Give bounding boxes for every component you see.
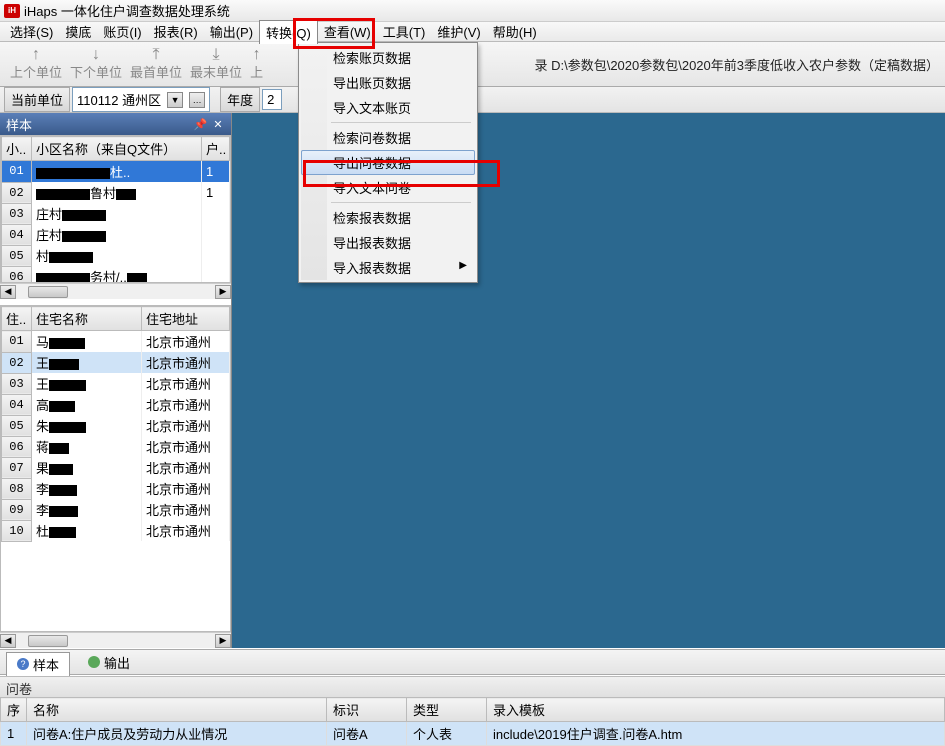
tab-output[interactable]: 输出 xyxy=(78,651,140,674)
table-row[interactable]: 05朱北京市通州 xyxy=(2,415,230,436)
scroll-right-icon[interactable]: ▶ xyxy=(215,634,231,648)
app-logo-icon: iH xyxy=(4,4,20,18)
menu-item-export-baobiao[interactable]: 导出报表数据 xyxy=(301,230,475,255)
column-header[interactable]: 住.. xyxy=(2,307,32,331)
help-icon: ? xyxy=(17,658,29,670)
prev-unit-button[interactable]: ↑上个单位 xyxy=(10,48,62,81)
side-panel: 样本 📌 ✕ 小..小区名称（来自Q文件）户..01杜..102鲁村103庄村0… xyxy=(0,113,232,648)
menu-modi[interactable]: 摸底 xyxy=(59,20,97,43)
col-name[interactable]: 名称 xyxy=(27,698,327,722)
first-unit-button[interactable]: ⤒最首单位 xyxy=(130,48,182,81)
scroll-left-icon[interactable]: ◀ xyxy=(0,285,16,299)
table-row[interactable]: 10杜北京市通州 xyxy=(2,520,230,541)
menu-maintain[interactable]: 维护(V) xyxy=(431,20,486,43)
table-row[interactable]: 07果北京市通州 xyxy=(2,457,230,478)
app-title: iHaps 一体化住户调查数据处理系统 xyxy=(24,1,230,20)
panel-header: 样本 📌 ✕ xyxy=(0,113,231,135)
chevron-down-icon[interactable]: ▼ xyxy=(167,92,183,108)
menu-item-export-wenjuan[interactable]: 导出问卷数据 xyxy=(301,150,475,175)
path-display: 录 D:\参数包\2020参数包\2020年前3季度低收入农户参数（定稿数据） xyxy=(534,55,939,74)
menu-output[interactable]: 输出(P) xyxy=(204,20,259,43)
menu-item-search-wenjuan[interactable]: 检索问卷数据 xyxy=(301,125,475,150)
table-row[interactable]: 02鲁村1 xyxy=(2,182,230,203)
last-unit-button[interactable]: ⤓最末单位 xyxy=(190,48,242,81)
horizontal-scrollbar[interactable]: ◀ ▶ xyxy=(0,283,231,299)
menu-view[interactable]: 查看(W) xyxy=(318,20,377,43)
menu-item-import-baobiao[interactable]: 导入报表数据▶ xyxy=(301,255,475,280)
table-row[interactable]: 08李北京市通州 xyxy=(2,478,230,499)
printer-icon xyxy=(88,656,100,668)
table-row[interactable]: 05村 xyxy=(2,245,230,266)
table-row[interactable]: 03庄村 xyxy=(2,203,230,224)
arrow-up-bar-icon: ⤒ xyxy=(153,48,160,62)
bottom-tab-bar: ?样本 输出 xyxy=(0,649,945,675)
arrow-down-bar-icon: ⤓ xyxy=(213,48,220,62)
scroll-thumb[interactable] xyxy=(28,635,68,647)
menu-select[interactable]: 选择(S) xyxy=(4,20,59,43)
menu-tools[interactable]: 工具(T) xyxy=(377,20,432,43)
convert-dropdown: 检索账页数据 导出账页数据 导入文本账页 检索问卷数据 导出问卷数据 导入文本问… xyxy=(298,42,478,283)
menu-item-import-text-zhangye[interactable]: 导入文本账页 xyxy=(301,95,475,120)
column-header[interactable]: 住宅地址 xyxy=(142,307,230,331)
menu-help[interactable]: 帮助(H) xyxy=(487,20,543,43)
current-unit-combo[interactable]: 110112 通州区 ▼ … xyxy=(72,87,210,112)
wenjuan-grid[interactable]: 序 名称 标识 类型 录入模板 1 问卷A:住户成员及劳动力从业情况 问卷A 个… xyxy=(0,697,945,737)
column-header[interactable]: 小.. xyxy=(2,137,32,161)
scroll-thumb[interactable] xyxy=(28,286,68,298)
table-row[interactable]: 02王北京市通州 xyxy=(2,352,230,373)
table-row[interactable]: 09李北京市通州 xyxy=(2,499,230,520)
year-label: 年度 xyxy=(220,87,260,112)
table-row[interactable]: 01杜..1 xyxy=(2,161,230,183)
arrow-up-icon: ↑ xyxy=(253,48,261,62)
column-header[interactable]: 住宅名称 xyxy=(32,307,142,331)
district-grid[interactable]: 小..小区名称（来自Q文件）户..01杜..102鲁村103庄村04庄村05村0… xyxy=(0,135,231,283)
menu-bar: 选择(S) 摸底 账页(I) 报表(R) 输出(P) 转换(Q) 查看(W) 工… xyxy=(0,22,945,42)
table-row[interactable]: 1 问卷A:住户成员及劳动力从业情况 问卷A 个人表 include\2019住… xyxy=(1,722,945,746)
menu-item-export-zhangye[interactable]: 导出账页数据 xyxy=(301,70,475,95)
col-template[interactable]: 录入模板 xyxy=(487,698,945,722)
table-row[interactable]: 03王北京市通州 xyxy=(2,373,230,394)
scroll-left-icon[interactable]: ◀ xyxy=(0,634,16,648)
chevron-right-icon: ▶ xyxy=(459,260,467,271)
ellipsis-icon[interactable]: … xyxy=(189,92,205,108)
panel-title: 样本 xyxy=(6,115,32,134)
menu-item-search-zhangye[interactable]: 检索账页数据 xyxy=(301,45,475,70)
next-unit-button[interactable]: ↓下个单位 xyxy=(70,48,122,81)
arrow-down-icon: ↓ xyxy=(92,48,100,62)
scroll-right-icon[interactable]: ▶ xyxy=(215,285,231,299)
arrow-up-icon: ↑ xyxy=(32,48,40,62)
title-bar: iH iHaps 一体化住户调查数据处理系统 xyxy=(0,0,945,22)
column-header[interactable]: 户.. xyxy=(202,137,230,161)
menu-item-search-baobiao[interactable]: 检索报表数据 xyxy=(301,205,475,230)
table-row[interactable]: 06务村/.. xyxy=(2,266,230,283)
wenjuan-panel-header: 问卷 xyxy=(0,676,945,697)
tab-sample[interactable]: ?样本 xyxy=(6,652,70,677)
col-biaoshi[interactable]: 标识 xyxy=(327,698,407,722)
table-row[interactable]: 06蒋北京市通州 xyxy=(2,436,230,457)
pin-icon[interactable]: 📌 xyxy=(193,118,207,132)
menu-item-import-text-wenjuan[interactable]: 导入文本问卷 xyxy=(301,175,475,200)
year-combo[interactable]: 2 xyxy=(262,89,282,110)
menu-zhangye[interactable]: 账页(I) xyxy=(97,20,147,43)
up-button[interactable]: ↑上 xyxy=(250,48,263,81)
col-index[interactable]: 序 xyxy=(1,698,27,722)
menu-baobiao[interactable]: 报表(R) xyxy=(148,20,204,43)
table-row[interactable]: 01马北京市通州 xyxy=(2,331,230,353)
column-header[interactable]: 小区名称（来自Q文件） xyxy=(32,137,202,161)
table-row[interactable]: 04高北京市通州 xyxy=(2,394,230,415)
close-icon[interactable]: ✕ xyxy=(211,118,225,132)
col-type[interactable]: 类型 xyxy=(407,698,487,722)
current-unit-label: 当前单位 xyxy=(4,87,70,112)
menu-convert[interactable]: 转换(Q) xyxy=(259,20,318,44)
horizontal-scrollbar[interactable]: ◀ ▶ xyxy=(0,632,231,648)
table-row[interactable]: 04庄村 xyxy=(2,224,230,245)
residence-grid[interactable]: 住..住宅名称住宅地址01马北京市通州02王北京市通州03王北京市通州04高北京… xyxy=(0,305,231,632)
